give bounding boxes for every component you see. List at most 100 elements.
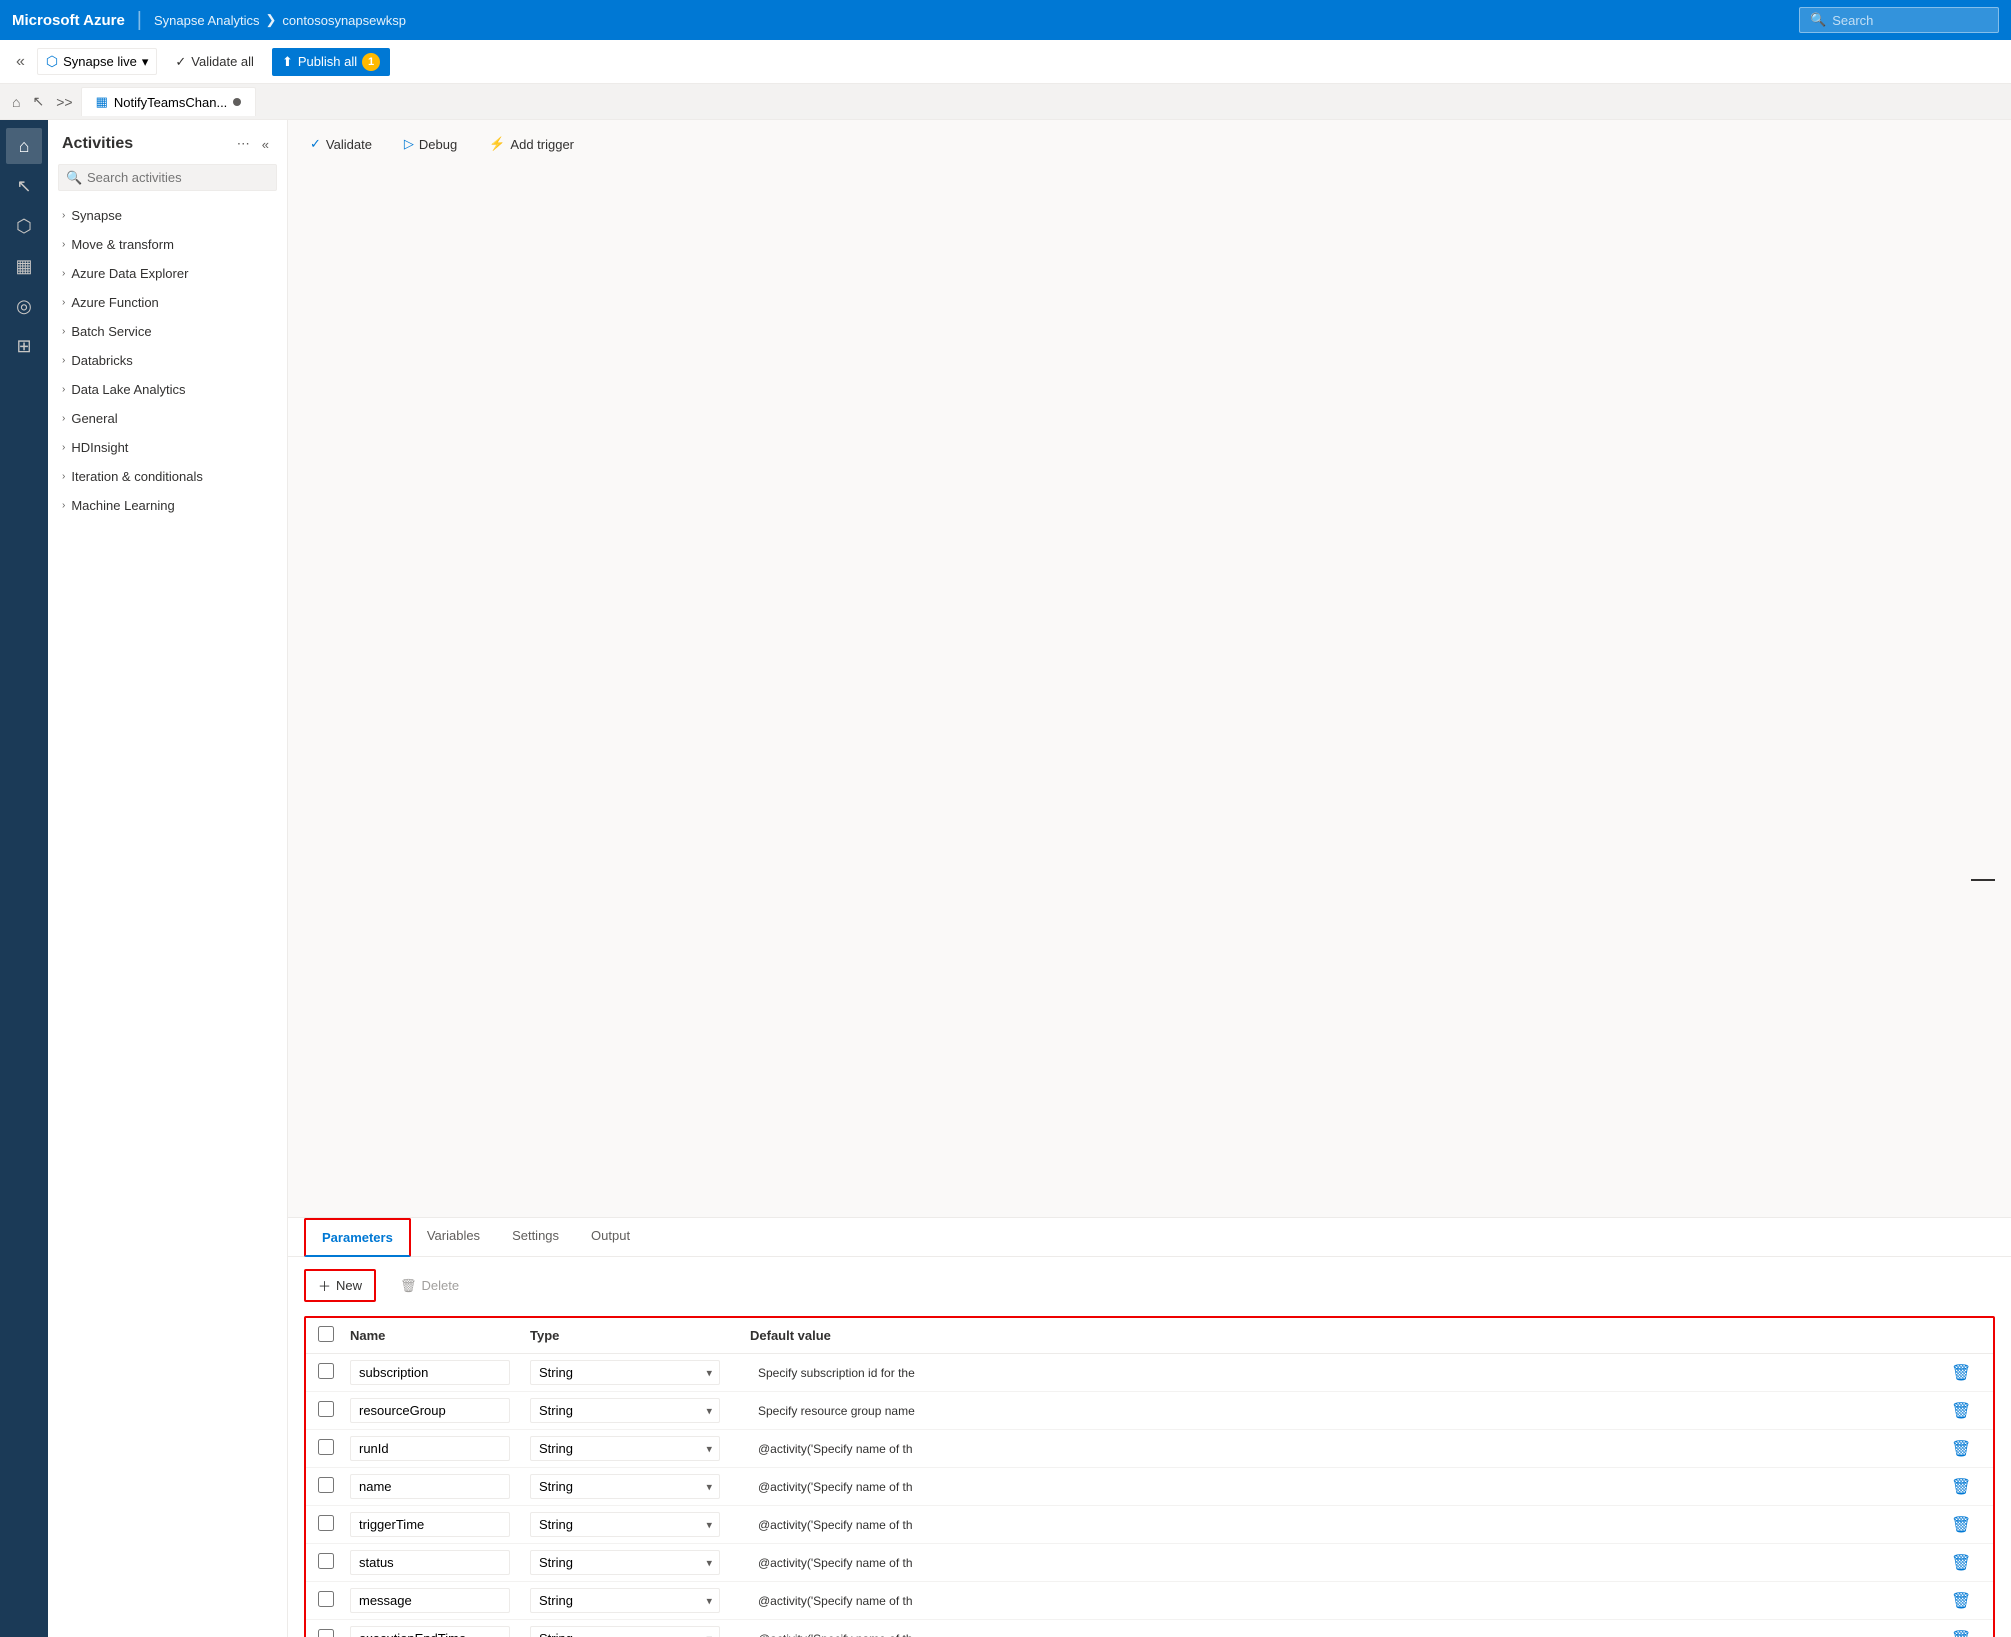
row-checkbox-2[interactable] <box>318 1439 334 1455</box>
activity-group-databricks: › Databricks <box>48 346 287 375</box>
row-type-select-0[interactable]: String Int Float Bool Array Object <box>530 1360 720 1385</box>
delete-parameter-button[interactable]: 🗑 Delete <box>388 1273 471 1299</box>
global-search[interactable]: 🔍 Search <box>1799 7 1999 33</box>
row-checkbox-7[interactable] <box>318 1629 334 1637</box>
activity-group-function-header[interactable]: › Azure Function <box>48 288 287 317</box>
row-type-wrapper-2: String Int Float Bool Array Object <box>530 1436 720 1461</box>
row-delete-button-6[interactable]: 🗑 <box>1945 1589 1977 1613</box>
activity-group-move-header[interactable]: › Move & transform <box>48 230 287 259</box>
row-default-value-6[interactable]: @activity('Specify name of th <box>750 1590 1945 1612</box>
row-delete-button-4[interactable]: 🗑 <box>1945 1513 1977 1537</box>
activity-group-ml-header[interactable]: › Machine Learning <box>48 491 287 520</box>
expand-panel-btn[interactable]: ⋯ <box>233 132 254 156</box>
row-checkbox-0[interactable] <box>318 1363 334 1379</box>
tab-output[interactable]: Output <box>575 1218 646 1257</box>
publish-badge: 1 <box>362 53 380 71</box>
row-delete-button-0[interactable]: 🗑 <box>1945 1361 1977 1385</box>
row-name-input-4[interactable] <box>350 1512 510 1537</box>
row-name-input-1[interactable] <box>350 1398 510 1423</box>
tab-settings[interactable]: Settings <box>496 1218 575 1257</box>
expand-btn[interactable]: >> <box>52 90 76 114</box>
workspace-name[interactable]: contososynapsewksp <box>282 13 406 28</box>
row-name-input-3[interactable] <box>350 1474 510 1499</box>
row-default-value-0[interactable]: Specify subscription id for the <box>750 1362 1945 1384</box>
chevron-right-icon: › <box>62 471 65 482</box>
activity-group-datalake-header[interactable]: › Data Lake Analytics <box>48 375 287 404</box>
row-type-select-5[interactable]: String Int Float Bool Array Object <box>530 1550 720 1575</box>
row-delete-button-2[interactable]: 🗑 <box>1945 1437 1977 1461</box>
row-type-select-4[interactable]: String Int Float Bool Array Object <box>530 1512 720 1537</box>
row-delete-button-3[interactable]: 🗑 <box>1945 1475 1977 1499</box>
row-default-value-2[interactable]: @activity('Specify name of th <box>750 1438 1945 1460</box>
row-checkbox-cell-1 <box>318 1401 350 1420</box>
synapse-live-dropdown[interactable]: ⬡ Synapse live ▾ <box>37 48 157 75</box>
sidebar-item-pipelines[interactable]: ▦ <box>6 248 42 284</box>
nav-back-btn[interactable]: ⌂ <box>8 90 24 114</box>
row-name-input-0[interactable] <box>350 1360 510 1385</box>
search-input[interactable] <box>58 164 277 191</box>
validate-all-label: Validate all <box>191 54 254 69</box>
expand-collapse-btn[interactable]: « <box>12 49 29 75</box>
validate-button[interactable]: ✓ Validate <box>304 132 378 156</box>
activity-group-iteration-header[interactable]: › Iteration & conditionals <box>48 462 287 491</box>
row-type-select-3[interactable]: String Int Float Bool Array Object <box>530 1474 720 1499</box>
row-default-value-5[interactable]: @activity('Specify name of th <box>750 1552 1945 1574</box>
activity-group-databricks-header[interactable]: › Databricks <box>48 346 287 375</box>
row-checkbox-5[interactable] <box>318 1553 334 1569</box>
new-label: New <box>336 1278 362 1293</box>
activity-group-general-header[interactable]: › General <box>48 404 287 433</box>
nav-forward-btn[interactable]: ↖ <box>28 89 48 114</box>
pipeline-tab[interactable]: ▦ NotifyTeamsChan... <box>81 87 257 116</box>
row-default-value-7[interactable]: @activity('Specify name of th <box>750 1628 1945 1637</box>
group-label: Move & transform <box>71 237 174 252</box>
row-delete-button-7[interactable]: 🗑 <box>1945 1627 1977 1637</box>
row-type-select-2[interactable]: String Int Float Bool Array Object <box>530 1436 720 1461</box>
activity-group-hdinsight-header[interactable]: › HDInsight <box>48 433 287 462</box>
tab-variables[interactable]: Variables <box>411 1218 496 1257</box>
row-default-value-1[interactable]: Specify resource group name <box>750 1400 1945 1422</box>
row-delete-button-1[interactable]: 🗑 <box>1945 1399 1977 1423</box>
main-layout: ⌂ ↖ ⬡ ▦ ◎ ⊞ Activities ⋯ « 🔍 › Synapse <box>0 120 2011 1637</box>
sidebar-item-monitor[interactable]: ◎ <box>6 288 42 324</box>
debug-button[interactable]: ▷ Debug <box>398 132 463 156</box>
row-default-value-4[interactable]: @activity('Specify name of th <box>750 1514 1945 1536</box>
validate-label: Validate <box>326 137 372 152</box>
sidebar-item-manage[interactable]: ⊞ <box>6 328 42 364</box>
activity-group-ml: › Machine Learning <box>48 491 287 520</box>
row-delete-cell-7: 🗑 <box>1945 1627 1981 1637</box>
row-type-select-7[interactable]: String Int Float Bool Array Object <box>530 1626 720 1637</box>
row-delete-button-5[interactable]: 🗑 <box>1945 1551 1977 1575</box>
row-type-select-1[interactable]: String Int Float Bool Array Object <box>530 1398 720 1423</box>
row-name-input-5[interactable] <box>350 1550 510 1575</box>
row-checkbox-6[interactable] <box>318 1591 334 1607</box>
row-name-input-7[interactable] <box>350 1626 510 1637</box>
activity-group-explorer-header[interactable]: › Azure Data Explorer <box>48 259 287 288</box>
sidebar-item-cursor[interactable]: ↖ <box>6 168 42 204</box>
row-name-input-2[interactable] <box>350 1436 510 1461</box>
activity-group-batch-header[interactable]: › Batch Service <box>48 317 287 346</box>
tab-parameters[interactable]: Parameters <box>304 1218 411 1257</box>
row-default-value-3[interactable]: @activity('Specify name of th <box>750 1476 1945 1498</box>
publish-all-button[interactable]: ⬆ Publish all 1 <box>272 48 390 76</box>
row-type-select-6[interactable]: String Int Float Bool Array Object <box>530 1588 720 1613</box>
row-checkbox-3[interactable] <box>318 1477 334 1493</box>
validate-all-button[interactable]: ✓ Validate all <box>165 49 264 75</box>
row-checkbox-1[interactable] <box>318 1401 334 1417</box>
row-name-input-6[interactable] <box>350 1588 510 1613</box>
table-row: String Int Float Bool Array Object @acti… <box>306 1620 1993 1637</box>
select-all-checkbox[interactable] <box>318 1326 334 1342</box>
sidebar-item-home[interactable]: ⌂ <box>6 128 42 164</box>
row-name-cell-3 <box>350 1474 530 1499</box>
activity-group-synapse-header[interactable]: › Synapse <box>48 201 287 230</box>
row-checkbox-4[interactable] <box>318 1515 334 1531</box>
collapse-panel-btn[interactable]: « <box>258 132 273 156</box>
row-type-cell-6: String Int Float Bool Array Object <box>530 1588 750 1613</box>
table-row: String Int Float Bool Array Object @acti… <box>306 1544 1993 1582</box>
sidebar-item-data[interactable]: ⬡ <box>6 208 42 244</box>
delete-label: Delete <box>422 1278 460 1293</box>
add-trigger-button[interactable]: ⚡ Add trigger <box>483 132 580 156</box>
upload-icon: ⬆ <box>282 54 293 70</box>
new-parameter-button[interactable]: ＋ New <box>304 1269 376 1302</box>
product-name[interactable]: Synapse Analytics <box>154 13 260 28</box>
column-header-type: Type <box>530 1328 750 1343</box>
